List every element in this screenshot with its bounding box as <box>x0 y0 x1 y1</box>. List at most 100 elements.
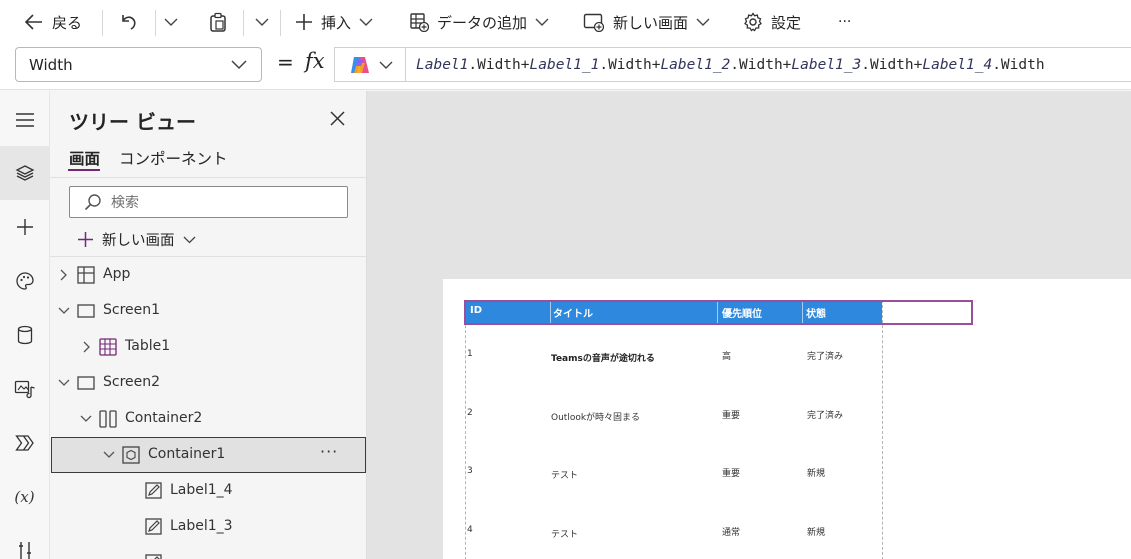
equals-sign: = <box>277 50 294 74</box>
search-placeholder: 検索 <box>111 195 139 211</box>
tree-node-label: Label1_3 <box>170 518 233 534</box>
chevron-down-icon <box>255 18 269 26</box>
tab-screens[interactable]: 画面 <box>69 147 100 169</box>
database-icon <box>17 325 32 345</box>
copilot-icon <box>351 56 369 73</box>
new-screen-label: 新しい画面 <box>613 13 689 32</box>
cell-priority: 通常 <box>722 528 741 538</box>
data-button[interactable] <box>0 308 49 362</box>
formula-property-ref: .Width+ <box>599 56 661 73</box>
undo-icon <box>122 15 136 30</box>
active-tab-indicator <box>68 169 100 171</box>
variables-icon: (𝑥) <box>14 488 35 506</box>
formula-input[interactable]: Label1 .Width+ Label1_1 .Width+ Label1_2 .Wid… <box>405 47 1131 82</box>
tree-node-screen2[interactable]: Screen2 <box>50 365 366 401</box>
tree-view-panel: ツリー ビュー 画面 コンポーネント 検索 新しい画面 App Screen1 … <box>50 91 367 559</box>
tree-node-label: Label1_4 <box>170 482 233 498</box>
cell-priority: 高 <box>722 352 732 362</box>
tree-node-label1-3[interactable]: Label1_3 <box>50 509 366 545</box>
close-icon <box>330 111 345 126</box>
copilot-button[interactable] <box>334 47 405 82</box>
close-button[interactable] <box>330 111 345 130</box>
formula-property-ref: .Width <box>992 56 1045 73</box>
formula-control-ref: Label1_2 <box>660 56 731 73</box>
tree-node-container1[interactable]: Container1 ··· <box>51 437 366 473</box>
new-screen-tree-button[interactable]: 新しい画面 <box>77 228 196 250</box>
tree-view-button[interactable] <box>0 146 49 200</box>
cell-id: 4 <box>467 525 473 535</box>
tab-components[interactable]: コンポーネント <box>119 147 228 169</box>
cell-status: 新規 <box>807 528 826 538</box>
cell-status: 完了済み <box>807 352 844 362</box>
screen-icon <box>77 376 95 390</box>
tree-node-app[interactable]: App <box>50 257 366 293</box>
add-data-label: データの追加 <box>437 13 528 32</box>
chevron-right-icon[interactable] <box>59 269 67 281</box>
insert-label: 挿入 <box>321 13 352 32</box>
new-screen-tree-label: 新しい画面 <box>102 232 175 249</box>
chevron-down-icon <box>535 18 549 26</box>
tree-node-label1-4[interactable]: Label1_4 <box>50 473 366 509</box>
media-button[interactable] <box>0 362 49 416</box>
variables-button[interactable]: (𝑥) <box>0 470 49 524</box>
hamburger-icon <box>15 113 34 127</box>
settings-button[interactable]: 設定 <box>743 9 801 35</box>
tree-node-label: Screen2 <box>103 374 161 390</box>
formula-control-ref: Label1_4 <box>922 56 993 73</box>
tree-node-screen1[interactable]: Screen1 <box>50 293 366 329</box>
power-automate-button[interactable] <box>0 416 49 470</box>
paste-button[interactable] <box>208 9 228 35</box>
cell-id: 2 <box>467 408 473 418</box>
themes-button[interactable] <box>0 254 49 308</box>
chevron-down-icon[interactable] <box>58 307 70 315</box>
settings-label: 設定 <box>771 13 802 32</box>
horizontal-container-icon <box>99 410 117 428</box>
design-canvas[interactable]: ID タイトル 優先順位 状態 1 Teamsの音声が途切れる 高 完了済み 2… <box>367 91 1131 559</box>
add-data-button[interactable]: データの追加 <box>409 9 549 35</box>
label-icon <box>145 554 162 559</box>
chevron-down-icon[interactable] <box>103 451 115 459</box>
chevron-down-icon[interactable] <box>58 379 70 387</box>
container-icon <box>122 446 140 464</box>
media-icon <box>14 380 35 399</box>
chevron-down-icon <box>379 61 393 69</box>
property-selector[interactable]: Width <box>15 47 262 82</box>
tree-node-table1[interactable]: Table1 <box>50 329 366 365</box>
undo-button[interactable] <box>119 9 139 35</box>
cell-title: テスト <box>551 471 579 481</box>
back-arrow-icon <box>24 14 42 30</box>
more-button[interactable]: ··· <box>838 9 851 35</box>
tree-node-label: Container2 <box>125 410 203 426</box>
advanced-tools-button[interactable] <box>0 524 49 559</box>
chevron-down-icon <box>696 18 710 26</box>
undo-dropdown-button[interactable] <box>164 9 178 35</box>
divider <box>243 10 244 36</box>
clipboard-icon <box>210 12 226 32</box>
tools-icon <box>18 542 31 559</box>
cell-id: 1 <box>467 349 473 359</box>
search-input[interactable]: 検索 <box>69 186 348 218</box>
table-icon <box>99 338 117 356</box>
chevron-down-icon[interactable] <box>80 415 92 423</box>
tree-node-container2[interactable]: Container2 <box>50 401 366 437</box>
insert-button[interactable]: 挿入 <box>295 9 373 35</box>
selection-outline <box>464 300 973 325</box>
tree-node-partial[interactable] <box>50 545 366 559</box>
app-screen[interactable]: ID タイトル 優先順位 状態 1 Teamsの音声が途切れる 高 完了済み 2… <box>443 279 1131 559</box>
hamburger-menu-button[interactable] <box>0 93 49 147</box>
cell-status: 新規 <box>807 469 826 479</box>
formula-property-ref: .Width+ <box>730 56 792 73</box>
chevron-down-icon <box>359 18 373 26</box>
cell-title: テスト <box>551 530 579 540</box>
paste-dropdown-button[interactable] <box>255 9 269 35</box>
left-rail: (𝑥) <box>0 91 50 559</box>
back-button[interactable]: 戻る <box>24 9 82 35</box>
more-options-button[interactable]: ··· <box>320 442 338 461</box>
cell-priority: 重要 <box>722 411 741 421</box>
divider <box>102 10 103 36</box>
container1-bounds[interactable] <box>465 300 883 559</box>
chevron-right-icon[interactable] <box>82 341 90 353</box>
tree-node-label: App <box>103 266 131 282</box>
insert-rail-button[interactable] <box>0 200 49 254</box>
new-screen-button[interactable]: 新しい画面 <box>583 9 710 35</box>
